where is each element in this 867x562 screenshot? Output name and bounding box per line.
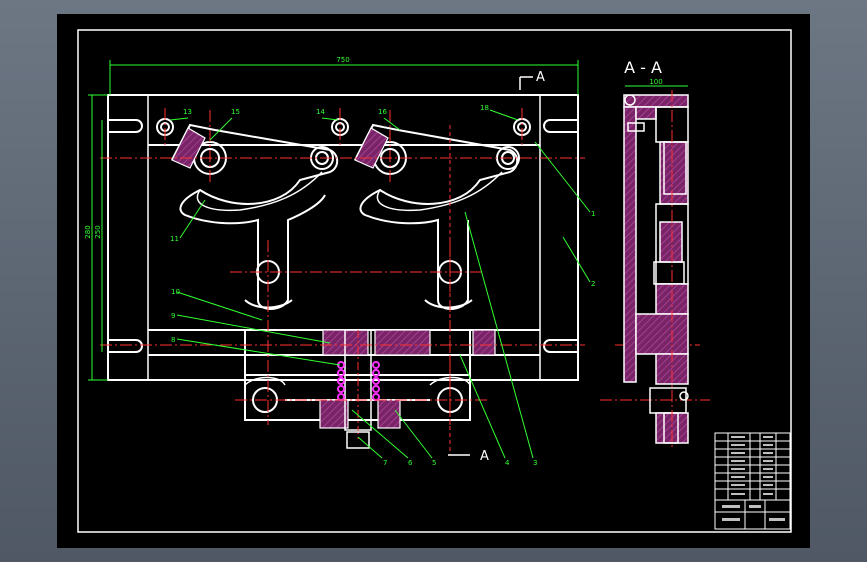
part-label-11: 11 [170, 235, 179, 243]
part-label-1: 1 [591, 210, 595, 218]
part-label-7: 7 [383, 459, 387, 467]
part-label-14: 14 [316, 108, 325, 116]
part-label-10: 10 [171, 288, 180, 296]
dim-left-height-inner: 250 [94, 225, 102, 238]
section-marker-top: A [536, 70, 545, 85]
section-marker-bottom: A [480, 449, 489, 464]
dim-left-height-outer: 280 [84, 225, 92, 238]
part-label-18: 18 [480, 104, 489, 112]
part-label-8: 8 [171, 336, 175, 344]
section-title: A - A [624, 58, 662, 77]
dim-section-width: 100 [649, 78, 662, 86]
part-label-5: 5 [432, 459, 436, 467]
dim-overall-width: 750 [336, 56, 349, 64]
part-label-4: 4 [505, 459, 510, 467]
part-label-3: 3 [533, 459, 537, 467]
part-label-13: 13 [183, 108, 192, 116]
part-label-2: 2 [591, 280, 595, 288]
part-label-9: 9 [171, 312, 175, 320]
part-label-16: 16 [378, 108, 387, 116]
part-label-15: 15 [231, 108, 240, 116]
cad-drawing: A - A A A 750 280 250 100 13 15 14 16 18… [57, 14, 810, 548]
part-label-6: 6 [408, 459, 413, 467]
